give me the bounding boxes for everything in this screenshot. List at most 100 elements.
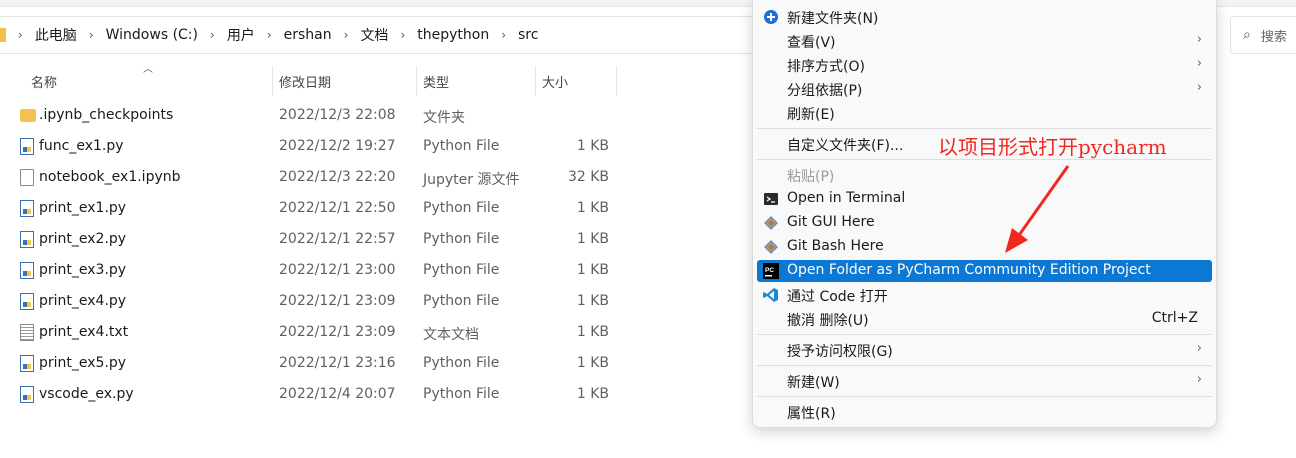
file-row[interactable]: print_ex1.py 2022/12/1 22:50 Python File… xyxy=(0,193,620,224)
file-type: Python File xyxy=(423,355,500,371)
python-file-icon xyxy=(20,231,34,248)
terminal-icon xyxy=(764,193,778,205)
python-file-icon xyxy=(20,138,34,155)
python-file-icon xyxy=(20,293,34,310)
menu-item-open-in-terminal[interactable]: Open in Terminal xyxy=(757,188,1212,210)
menu-item-label: 粘贴(P) xyxy=(787,169,835,185)
breadcrumb-item[interactable]: thepython xyxy=(417,27,489,43)
folder-icon xyxy=(0,28,6,42)
breadcrumb-item[interactable]: Windows (C:) xyxy=(106,27,198,43)
menu-item-label: 排序方式(O) xyxy=(787,59,865,75)
menu-item-new[interactable]: 新建(W) › xyxy=(757,370,1212,392)
file-row[interactable]: .ipynb_checkpoints 2022/12/3 22:08 文件夹 xyxy=(0,100,620,131)
file-type: Python File xyxy=(423,231,500,247)
chevron-right-icon: › xyxy=(501,28,507,42)
new-folder-icon xyxy=(764,10,778,24)
breadcrumb-item[interactable]: 文档 xyxy=(360,25,388,45)
file-date: 2022/12/3 22:20 xyxy=(279,169,396,185)
file-date: 2022/12/4 20:07 xyxy=(279,386,396,402)
breadcrumb-item[interactable]: src xyxy=(518,27,538,43)
menu-item-label: 刷新(E) xyxy=(787,107,835,123)
menu-item-git-gui[interactable]: Git GUI Here xyxy=(757,212,1212,234)
menu-item-label: 撤消 删除(U) xyxy=(787,313,869,329)
git-gui-icon xyxy=(764,216,778,230)
file-name: notebook_ex1.ipynb xyxy=(39,169,181,185)
column-header-date[interactable]: 修改日期 xyxy=(279,66,331,96)
menu-item-grant-access[interactable]: 授予访问权限(G) › xyxy=(757,339,1212,361)
file-row[interactable]: print_ex3.py 2022/12/1 23:00 Python File… xyxy=(0,255,620,286)
file-size: 1 KB xyxy=(576,324,609,340)
file-type: 文本文档 xyxy=(423,327,479,343)
file-row[interactable]: print_ex4.py 2022/12/1 23:09 Python File… xyxy=(0,286,620,317)
breadcrumb: › 此电脑 › Windows (C:) › 用户 › ershan › 文档 … xyxy=(14,25,538,45)
file-type: Python File xyxy=(423,262,500,278)
menu-item-view[interactable]: 查看(V) › xyxy=(757,30,1212,52)
menu-item-label: 新建文件夹(N) xyxy=(787,11,879,27)
menu-item-sort-by[interactable]: 排序方式(O) › xyxy=(757,54,1212,76)
file-row[interactable]: print_ex4.txt 2022/12/1 23:09 文本文档 1 KB xyxy=(0,317,620,348)
file-date: 2022/12/1 23:09 xyxy=(279,293,396,309)
file-size: 1 KB xyxy=(576,386,609,402)
file-date: 2022/12/1 23:16 xyxy=(279,355,396,371)
menu-item-group-by[interactable]: 分组依据(P) › xyxy=(757,78,1212,100)
menu-item-label: 查看(V) xyxy=(787,35,836,51)
svg-text:PC: PC xyxy=(765,267,774,274)
menu-item-label: 属性(R) xyxy=(787,406,836,422)
menu-item-label: Open Folder as PyCharm Community Edition… xyxy=(787,262,1151,278)
column-divider[interactable] xyxy=(272,66,273,96)
file-row[interactable]: vscode_ex.py 2022/12/4 20:07 Python File… xyxy=(0,379,620,410)
git-bash-icon xyxy=(764,240,778,254)
chevron-right-icon: › xyxy=(18,28,23,42)
menu-item-refresh[interactable]: 刷新(E) xyxy=(757,102,1212,124)
file-size: 1 KB xyxy=(576,293,609,309)
sort-ascending-icon: ︿ xyxy=(143,64,153,75)
menu-item-label: 自定义文件夹(F)... xyxy=(787,138,904,154)
menu-item-open-pycharm[interactable]: PC Open Folder as PyCharm Community Edit… xyxy=(757,260,1212,282)
chevron-right-icon: › xyxy=(1196,56,1202,71)
file-row[interactable]: func_ex1.py 2022/12/2 19:27 Python File … xyxy=(0,131,620,162)
menu-divider xyxy=(757,396,1212,397)
menu-item-open-with-code[interactable]: 通过 Code 打开 xyxy=(757,284,1212,306)
file-date: 2022/12/2 19:27 xyxy=(279,138,396,154)
file-row[interactable]: print_ex5.py 2022/12/1 23:16 Python File… xyxy=(0,348,620,379)
menu-item-label: 分组依据(P) xyxy=(787,83,863,99)
pycharm-icon: PC xyxy=(763,263,779,279)
column-header-size[interactable]: 大小 xyxy=(542,66,568,96)
file-size: 1 KB xyxy=(576,355,609,371)
file-size: 1 KB xyxy=(576,138,609,154)
column-divider[interactable] xyxy=(535,66,536,96)
python-file-icon xyxy=(20,386,34,403)
search-input[interactable]: ⌕ 搜索 xyxy=(1230,16,1296,54)
menu-item-undo-delete[interactable]: 撤消 删除(U) Ctrl+Z xyxy=(757,308,1212,330)
menu-item-new-folder[interactable]: 新建文件夹(N) xyxy=(757,6,1212,28)
file-name: .ipynb_checkpoints xyxy=(39,107,174,123)
column-divider[interactable] xyxy=(416,66,417,96)
file-icon xyxy=(20,169,34,186)
file-row[interactable]: print_ex2.py 2022/12/1 22:57 Python File… xyxy=(0,224,620,255)
menu-item-label: 通过 Code 打开 xyxy=(787,289,888,305)
context-menu: 新建文件夹(N) 查看(V) › 排序方式(O) › 分组依据(P) › 刷新(… xyxy=(752,0,1217,428)
breadcrumb-item[interactable]: 用户 xyxy=(227,25,255,45)
chevron-right-icon: › xyxy=(88,28,94,42)
vscode-icon xyxy=(763,288,778,302)
breadcrumb-item[interactable]: 此电脑 xyxy=(35,25,77,45)
menu-item-git-bash[interactable]: Git Bash Here xyxy=(757,236,1212,258)
menu-item-properties[interactable]: 属性(R) xyxy=(757,401,1212,423)
column-header-type[interactable]: 类型 xyxy=(423,66,449,96)
annotation-arrow-icon xyxy=(1005,165,1070,253)
annotation-text: 以项目形式打开pycharm xyxy=(938,135,1167,159)
chevron-right-icon: › xyxy=(1196,32,1202,47)
menu-item-label: Open in Terminal xyxy=(787,190,906,206)
chevron-right-icon: › xyxy=(1196,372,1202,387)
breadcrumb-item[interactable]: ershan xyxy=(284,27,332,43)
column-divider[interactable] xyxy=(616,66,617,96)
python-file-icon xyxy=(20,200,34,217)
column-header-name[interactable]: 名称 xyxy=(31,66,57,96)
file-name: func_ex1.py xyxy=(39,138,124,154)
file-row[interactable]: notebook_ex1.ipynb 2022/12/3 22:20 Jupyt… xyxy=(0,162,620,193)
file-name: vscode_ex.py xyxy=(39,386,134,402)
menu-divider xyxy=(757,365,1212,366)
chevron-right-icon: › xyxy=(343,28,349,42)
file-date: 2022/12/1 23:00 xyxy=(279,262,396,278)
file-date: 2022/12/1 23:09 xyxy=(279,324,396,340)
